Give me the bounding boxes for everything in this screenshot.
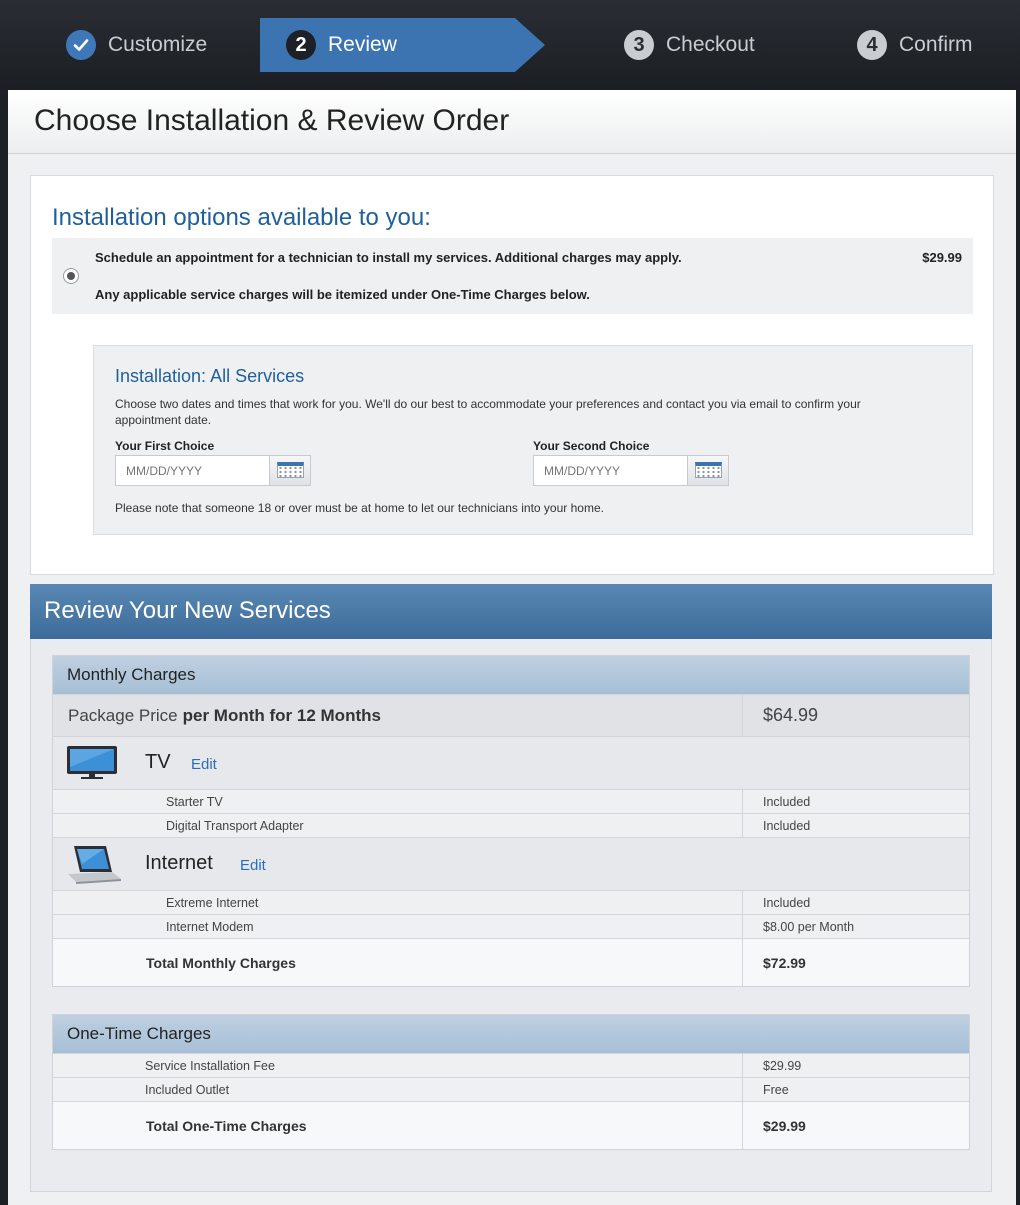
line-item-name: Included Outlet xyxy=(145,1082,230,1097)
one-time-charges-table: One-Time Charges Service Installation Fe… xyxy=(52,1014,970,1150)
step-review[interactable]: 2 Review xyxy=(260,18,545,72)
line-item-row: Service Installation Fee $29.99 xyxy=(53,1053,969,1077)
total-one-time-label: Total One-Time Charges xyxy=(146,1117,307,1134)
package-price: $64.99 xyxy=(742,695,969,736)
schedule-title: Installation: All Services xyxy=(115,366,305,386)
total-one-time-value: $29.99 xyxy=(742,1102,969,1149)
package-term: per Month for 12 Months xyxy=(182,705,381,725)
total-monthly-label: Total Monthly Charges xyxy=(146,954,296,971)
calendar-icon xyxy=(695,462,722,478)
edit-tv-link[interactable]: Edit xyxy=(191,756,217,773)
first-choice-label: Your First Choice xyxy=(115,439,215,453)
monthly-charges-heading: Monthly Charges xyxy=(53,656,969,694)
line-item-row: Digital Transport Adapter Included xyxy=(53,813,969,837)
calendar-icon xyxy=(277,462,304,478)
line-item-price: $8.00 per Month xyxy=(742,915,969,938)
step-customize[interactable]: Customize xyxy=(66,18,207,72)
schedule-note: Please note that someone 18 or over must… xyxy=(115,501,604,515)
main-panel: Choose Installation & Review Order Insta… xyxy=(8,90,1016,1205)
service-internet-row: Internet Edit xyxy=(53,837,969,890)
second-choice-label: Your Second Choice xyxy=(533,439,650,453)
installation-option[interactable]: Schedule an appointment for a technician… xyxy=(52,238,973,314)
package-label: Package Price xyxy=(68,705,178,725)
tv-icon xyxy=(66,745,118,786)
step-number: 3 xyxy=(624,30,654,60)
line-item-price: Free xyxy=(742,1078,969,1101)
service-tv-row: TV Edit xyxy=(53,736,969,789)
first-choice-input[interactable] xyxy=(116,456,269,485)
step-label: Checkout xyxy=(666,33,755,56)
step-label: Customize xyxy=(108,33,208,56)
line-item-row: Included Outlet Free xyxy=(53,1077,969,1101)
step-number: 4 xyxy=(857,30,887,60)
page-title: Choose Installation & Review Order xyxy=(34,104,510,137)
line-item-name: Service Installation Fee xyxy=(145,1058,275,1073)
page-header: Choose Installation & Review Order xyxy=(8,90,1016,154)
step-confirm[interactable]: 4 Confirm xyxy=(857,18,973,72)
installation-heading: Installation options available to you: xyxy=(52,204,431,231)
total-monthly-row: Total Monthly Charges $72.99 xyxy=(53,938,969,986)
step-label: Confirm xyxy=(899,33,973,56)
schedule-description: Choose two dates and times that work for… xyxy=(115,397,861,427)
total-monthly-value: $72.99 xyxy=(742,939,969,986)
line-item-price: Included xyxy=(742,814,969,837)
review-title: Review Your New Services xyxy=(44,597,331,624)
second-choice-calendar-button[interactable] xyxy=(687,456,728,485)
step-number: 2 xyxy=(286,30,316,60)
first-choice-calendar-button[interactable] xyxy=(269,456,310,485)
line-item-row: Extreme Internet Included xyxy=(53,890,969,914)
edit-internet-link[interactable]: Edit xyxy=(240,857,266,874)
checkout-progress-bar: Customize 2 Review 3 Checkout 4 Confirm xyxy=(0,0,1020,90)
option-text: Schedule an appointment for a technician… xyxy=(95,250,682,265)
step-checkout[interactable]: 3 Checkout xyxy=(624,18,755,72)
line-item-name: Digital Transport Adapter xyxy=(166,818,304,833)
line-item-name: Extreme Internet xyxy=(166,895,259,910)
review-body: Monthly Charges Package Price per Month … xyxy=(30,639,992,1192)
schedule-box: Installation: All Services Choose two da… xyxy=(93,345,973,535)
line-item-row: Starter TV Included xyxy=(53,789,969,813)
installation-card: Installation options available to you: S… xyxy=(30,175,994,575)
laptop-icon xyxy=(66,844,122,889)
option-price: $29.99 xyxy=(922,250,962,265)
one-time-charges-heading: One-Time Charges xyxy=(53,1015,969,1053)
service-name-internet: Internet xyxy=(145,852,213,874)
service-name-tv: TV xyxy=(145,751,171,773)
step-label: Review xyxy=(328,33,397,56)
total-one-time-row: Total One-Time Charges $29.99 xyxy=(53,1101,969,1149)
monthly-charges-table: Monthly Charges Package Price per Month … xyxy=(52,655,970,987)
line-item-price: Included xyxy=(742,891,969,914)
option-note: Any applicable service charges will be i… xyxy=(95,287,590,302)
line-item-row: Internet Modem $8.00 per Month xyxy=(53,914,969,938)
line-item-name: Internet Modem xyxy=(166,919,254,934)
checkmark-icon xyxy=(66,30,96,60)
review-header: Review Your New Services xyxy=(30,584,992,639)
first-choice-date xyxy=(115,455,311,486)
second-choice-input[interactable] xyxy=(534,456,687,485)
line-item-price: Included xyxy=(742,790,969,813)
installation-radio[interactable] xyxy=(63,268,79,284)
line-item-price: $29.99 xyxy=(742,1054,969,1077)
package-price-row: Package Price per Month for 12 Months $6… xyxy=(53,694,969,736)
line-item-name: Starter TV xyxy=(166,794,223,809)
second-choice-date xyxy=(533,455,729,486)
